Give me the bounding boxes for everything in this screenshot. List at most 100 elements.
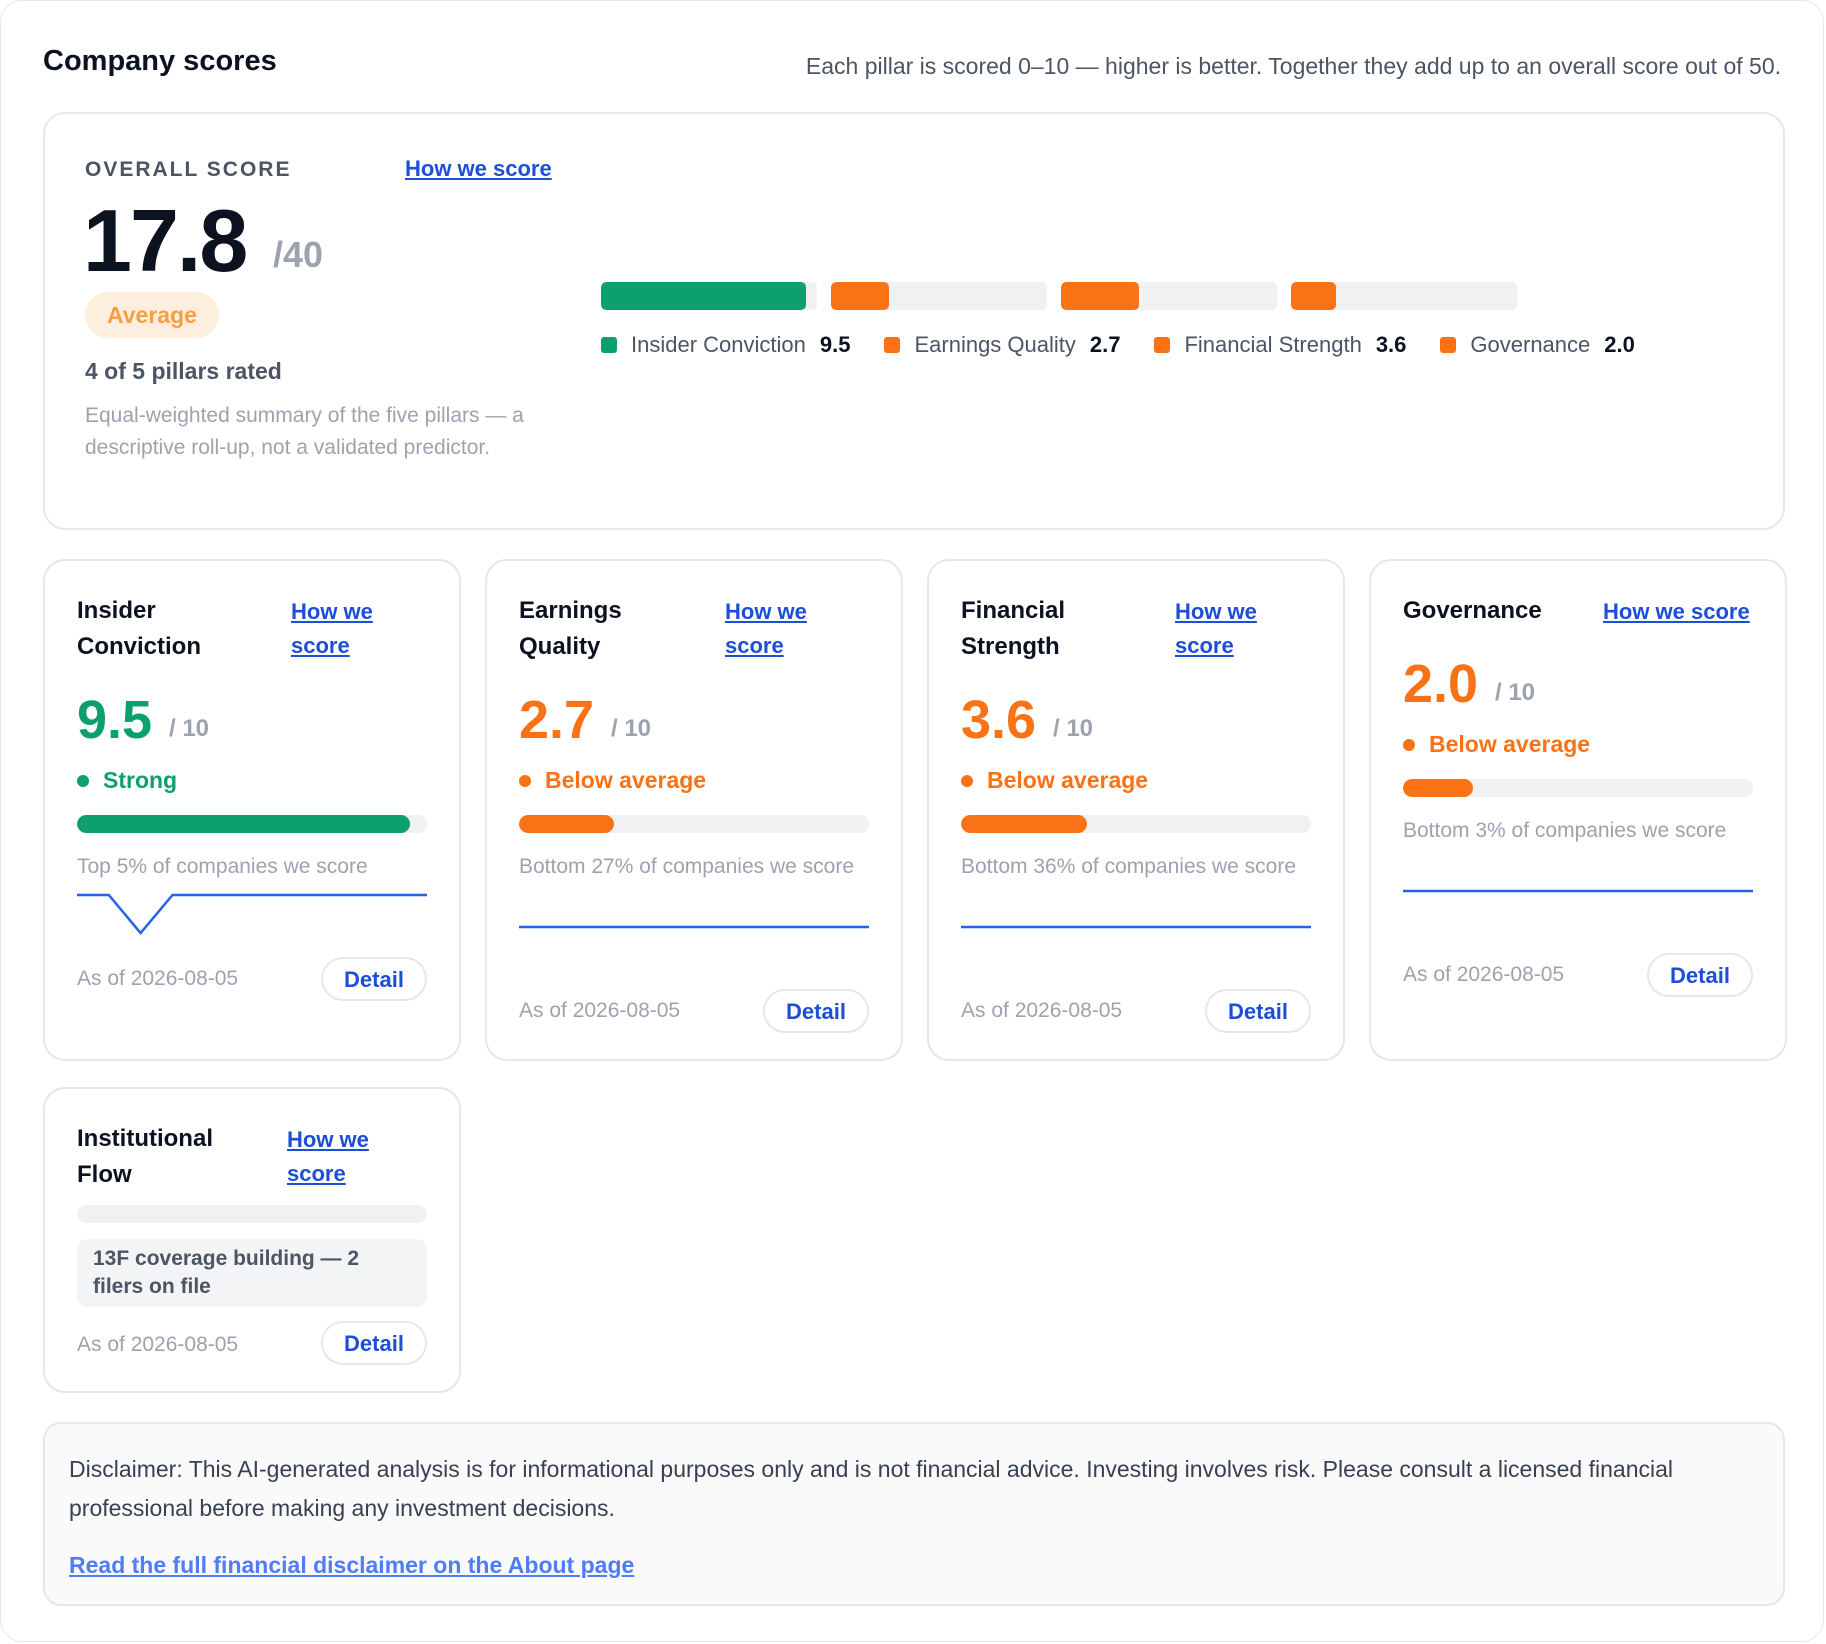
pillar-card-financial-strength: Financial Strength How we score 3.6 / 10… — [927, 559, 1345, 1061]
overall-score-max: /40 — [273, 234, 324, 275]
pillar-score-max: / 10 — [169, 715, 210, 742]
pillar-card-institutional-flow: Institutional Flow How we score 13F cove… — [43, 1087, 461, 1393]
legend-value: 2.0 — [1604, 332, 1635, 357]
status-label: Below average — [987, 767, 1149, 793]
how-we-score-link[interactable]: How we score — [1603, 595, 1763, 629]
segment-fill — [1291, 282, 1337, 310]
legend-value: 9.5 — [819, 332, 851, 357]
breakdown-segment-financial-strength — [1061, 282, 1277, 310]
pillar-status: Below average — [1403, 731, 1590, 758]
status-label: Strong — [103, 767, 178, 793]
how-we-score-link[interactable]: How we score — [287, 1123, 387, 1191]
disclaimer-text: Disclaimer: This AI-generated analysis i… — [69, 1456, 1673, 1521]
breakdown-legend: Insider Conviction 9.5 Earnings Quality … — [601, 332, 1635, 358]
how-we-score-link[interactable]: How we score — [725, 595, 825, 663]
as-of-date: As of 2026-08-05 — [77, 967, 239, 990]
pillar-title: Financial Strength — [961, 597, 1066, 660]
rating-badge: Average — [85, 292, 219, 338]
legend-label: Insider Conviction — [631, 332, 806, 357]
how-we-score-link[interactable]: How we score — [405, 156, 552, 182]
page-title: Company scores — [43, 45, 277, 77]
legend-swatch — [1154, 337, 1171, 353]
status-dot — [961, 774, 973, 787]
legend-item-financial-strength: Financial Strength 3.6 — [1154, 332, 1406, 358]
how-we-score-link[interactable]: How we score — [1175, 595, 1275, 663]
pillar-card-insider-conviction: Insider Conviction How we score 9.5 / 10… — [43, 559, 461, 1061]
how-we-score-link[interactable]: How we score — [291, 595, 391, 663]
disclaimer-box: Disclaimer: This AI-generated analysis i… — [43, 1422, 1785, 1606]
percentile-text: Top 5% of companies we score — [77, 855, 368, 878]
pillar-title: Earnings Quality — [519, 597, 622, 660]
pillar-status: Strong — [77, 767, 177, 794]
percentile-text: Bottom 36% of companies we score — [961, 855, 1296, 878]
sparkline — [77, 893, 427, 935]
pillar-card-governance: Governance How we score 2.0 / 10 Below a… — [1369, 559, 1787, 1061]
pillar-status: Below average — [519, 767, 706, 794]
pillar-score-max: / 10 — [611, 715, 652, 742]
as-of-date: As of 2026-08-05 — [519, 999, 681, 1022]
segment-fill — [1061, 282, 1139, 310]
pillar-title: Governance — [1403, 597, 1542, 624]
legend-label: Earnings Quality — [914, 332, 1076, 357]
breakdown-segment-governance — [1291, 282, 1517, 310]
company-scores-panel: Company scores Each pillar is scored 0–1… — [0, 0, 1824, 1642]
panel-header: Company scores Each pillar is scored 0–1… — [43, 45, 1781, 80]
legend-item-insider-conviction: Insider Conviction 9.5 — [601, 332, 850, 358]
overall-score-value: 17.8 — [83, 191, 248, 290]
as-of-date: As of 2026-08-05 — [77, 1333, 239, 1356]
detail-button[interactable]: Detail — [1205, 989, 1311, 1033]
pillar-score: 3.6 — [961, 690, 1037, 750]
sparkline-path — [77, 893, 427, 935]
overall-description: Equal-weighted summary of the five pilla… — [85, 404, 524, 459]
pillar-breakdown-bar — [601, 282, 1519, 310]
breakdown-segment-insider-conviction — [601, 282, 817, 310]
legend-value: 2.7 — [1089, 332, 1121, 357]
status-label: Below average — [545, 767, 707, 793]
segment-fill — [831, 282, 890, 310]
legend-swatch — [601, 337, 617, 353]
pillar-score: 9.5 — [77, 690, 153, 750]
bar-fill — [1403, 779, 1473, 797]
legend-label: Governance — [1470, 332, 1591, 357]
sparkline — [519, 925, 869, 929]
pillar-score: 2.0 — [1403, 654, 1479, 714]
pillar-score-bar — [77, 815, 427, 833]
detail-button[interactable]: Detail — [321, 957, 427, 1001]
status-dot — [519, 774, 531, 787]
breakdown-segment-earnings-quality — [831, 282, 1047, 310]
legend-swatch — [1440, 337, 1457, 353]
pillar-score-bar — [519, 815, 869, 833]
detail-button[interactable]: Detail — [763, 989, 869, 1033]
legend-value: 3.6 — [1375, 332, 1407, 357]
pillar-score-bar — [1403, 779, 1753, 797]
pillar-score-max: / 10 — [1053, 715, 1094, 742]
pillars-rated-count: 4 of 5 pillars rated — [85, 358, 282, 384]
segment-fill — [601, 282, 807, 310]
percentile-text: Bottom 27% of companies we score — [519, 855, 854, 878]
pillar-status: Below average — [961, 767, 1148, 794]
pillar-score-max: / 10 — [1495, 679, 1536, 706]
legend-item-governance: Governance 2.0 — [1440, 332, 1635, 358]
detail-button[interactable]: Detail — [321, 1321, 427, 1365]
coverage-note: 13F coverage building — 2 filers on file — [77, 1239, 427, 1307]
detail-button[interactable]: Detail — [1647, 953, 1753, 997]
pillar-title: Insider Conviction — [77, 597, 201, 660]
as-of-date: As of 2026-08-05 — [961, 999, 1123, 1022]
status-dot — [77, 774, 89, 787]
sparkline — [961, 925, 1311, 929]
legend-label: Financial Strength — [1184, 332, 1362, 357]
percentile-text: Bottom 3% of companies we score — [1403, 819, 1727, 842]
bar-fill — [961, 815, 1087, 833]
legend-item-earnings-quality: Earnings Quality 2.7 — [884, 332, 1120, 358]
overall-score-card: OVERALL SCORE How we score 17.8 /40 Aver… — [43, 112, 1785, 530]
empty-score-bar — [77, 1205, 427, 1223]
overall-score-label: OVERALL SCORE — [85, 158, 292, 181]
bar-fill — [77, 815, 410, 833]
pillar-card-earnings-quality: Earnings Quality How we score 2.7 / 10 B… — [485, 559, 903, 1061]
bar-fill — [519, 815, 614, 833]
status-label: Below average — [1429, 731, 1591, 757]
sparkline — [1403, 889, 1753, 893]
legend-swatch — [884, 337, 901, 353]
status-dot — [1403, 738, 1415, 751]
full-disclaimer-link[interactable]: Read the full financial disclaimer on th… — [69, 1552, 634, 1579]
